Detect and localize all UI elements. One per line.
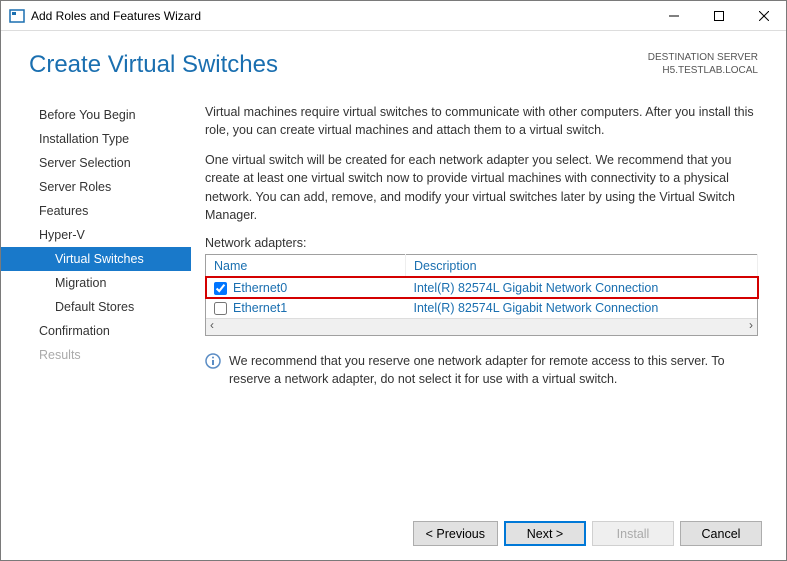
titlebar: Add Roles and Features Wizard: [1, 1, 786, 31]
destination-server-name: H5.TESTLAB.LOCAL: [648, 64, 758, 77]
nav-migration[interactable]: Migration: [1, 271, 191, 295]
destination-server: DESTINATION SERVER H5.TESTLAB.LOCAL: [648, 51, 758, 77]
info-icon: [205, 353, 221, 369]
nav-server-selection[interactable]: Server Selection: [1, 151, 191, 175]
titlebar-buttons: [651, 1, 786, 30]
install-button: Install: [592, 521, 674, 546]
content: Virtual machines require virtual switche…: [191, 89, 786, 507]
adapter-description: Intel(R) 82574L Gigabit Network Connecti…: [406, 298, 758, 318]
titlebar-title: Add Roles and Features Wizard: [31, 9, 651, 23]
cancel-button[interactable]: Cancel: [680, 521, 762, 546]
adapter-description: Intel(R) 82574L Gigabit Network Connecti…: [406, 277, 758, 298]
previous-button[interactable]: < Previous: [413, 521, 498, 546]
nav-installation-type[interactable]: Installation Type: [1, 127, 191, 151]
nav-confirmation[interactable]: Confirmation: [1, 319, 191, 343]
app-icon: [9, 8, 25, 24]
nav-before-you-begin[interactable]: Before You Begin: [1, 103, 191, 127]
adapter-row[interactable]: Ethernet0 Intel(R) 82574L Gigabit Networ…: [206, 277, 758, 298]
intro-paragraph-2: One virtual switch will be created for e…: [205, 151, 758, 224]
col-description[interactable]: Description: [406, 254, 758, 277]
horizontal-scrollbar[interactable]: [206, 318, 757, 335]
adapters-table: Name Description Ethernet0 Intel(R) 8257…: [205, 254, 758, 336]
adapter-name: Ethernet1: [233, 301, 287, 315]
adapter-checkbox[interactable]: [214, 282, 227, 295]
intro-paragraph-1: Virtual machines require virtual switche…: [205, 103, 758, 139]
header: Create Virtual Switches DESTINATION SERV…: [1, 31, 786, 89]
destination-server-label: DESTINATION SERVER: [648, 51, 758, 64]
page-title: Create Virtual Switches: [29, 51, 278, 79]
maximize-button[interactable]: [696, 1, 741, 30]
next-button[interactable]: Next >: [504, 521, 586, 546]
nav-hyper-v[interactable]: Hyper-V: [1, 223, 191, 247]
nav-server-roles[interactable]: Server Roles: [1, 175, 191, 199]
col-name[interactable]: Name: [206, 254, 406, 277]
minimize-button[interactable]: [651, 1, 696, 30]
nav-sidebar: Before You Begin Installation Type Serve…: [1, 89, 191, 507]
info-note: We recommend that you reserve one networ…: [205, 352, 758, 388]
body: Before You Begin Installation Type Serve…: [1, 89, 786, 507]
nav-features[interactable]: Features: [1, 199, 191, 223]
info-text: We recommend that you reserve one networ…: [229, 352, 758, 388]
adapter-row[interactable]: Ethernet1 Intel(R) 82574L Gigabit Networ…: [206, 298, 758, 318]
footer: < Previous Next > Install Cancel: [1, 507, 786, 560]
adapter-name: Ethernet0: [233, 281, 287, 295]
nav-virtual-switches[interactable]: Virtual Switches: [1, 247, 191, 271]
nav-default-stores[interactable]: Default Stores: [1, 295, 191, 319]
nav-results: Results: [1, 343, 191, 367]
adapter-checkbox[interactable]: [214, 302, 227, 315]
close-button[interactable]: [741, 1, 786, 30]
adapters-label: Network adapters:: [205, 236, 758, 250]
